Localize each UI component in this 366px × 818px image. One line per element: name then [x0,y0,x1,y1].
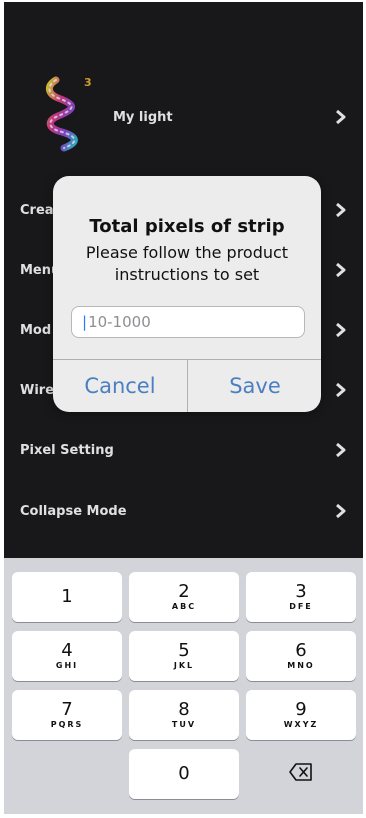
numeric-keypad: 1 2 ABC 3 DFE 4 GHI 5 JKL 6 MNO 7 PQRS 8… [4,558,363,814]
key-digit: 2 [178,581,190,602]
key-1[interactable]: 1 [12,572,122,622]
key-letters: PQRS [50,720,84,729]
pixel-count-dialog: Total pixels of strip Please follow the … [53,176,321,412]
key-digit: 1 [61,586,73,607]
key-9[interactable]: 9 WXYZ [246,690,356,740]
backspace-button[interactable] [246,749,356,799]
key-digit: 4 [61,640,73,661]
key-0[interactable]: 0 [129,749,239,799]
input-placeholder: 10-1000 [88,313,151,331]
key-digit: 7 [61,699,73,720]
key-letters: GHI [55,661,79,670]
cancel-button[interactable]: Cancel [53,360,187,412]
delete-backspace-icon [289,763,313,785]
key-4[interactable]: 4 GHI [12,631,122,681]
key-letters: JKL [173,661,195,670]
key-digit: 9 [295,699,307,720]
key-5[interactable]: 5 JKL [129,631,239,681]
key-2[interactable]: 2 ABC [129,572,239,622]
text-cursor: | [82,313,88,331]
dialog-title: Total pixels of strip [89,216,285,237]
key-letters: DFE [289,602,313,611]
key-digit: 5 [178,640,190,661]
key-digit: 8 [178,699,190,720]
dialog-message: Please follow the product instructions t… [85,243,289,284]
pixel-count-input[interactable]: | 10-1000 [71,306,305,338]
key-letters: WXYZ [283,720,319,729]
key-letters: MNO [287,661,315,670]
save-button[interactable]: Save [188,360,321,412]
key-8[interactable]: 8 TUV [129,690,239,740]
key-digit: 3 [295,581,307,602]
key-6[interactable]: 6 MNO [246,631,356,681]
key-3[interactable]: 3 DFE [246,572,356,622]
key-letters: TUV [171,720,197,729]
key-7[interactable]: 7 PQRS [12,690,122,740]
key-letters: ABC [171,602,197,611]
key-digit: 0 [178,763,190,784]
key-digit: 6 [295,640,307,661]
